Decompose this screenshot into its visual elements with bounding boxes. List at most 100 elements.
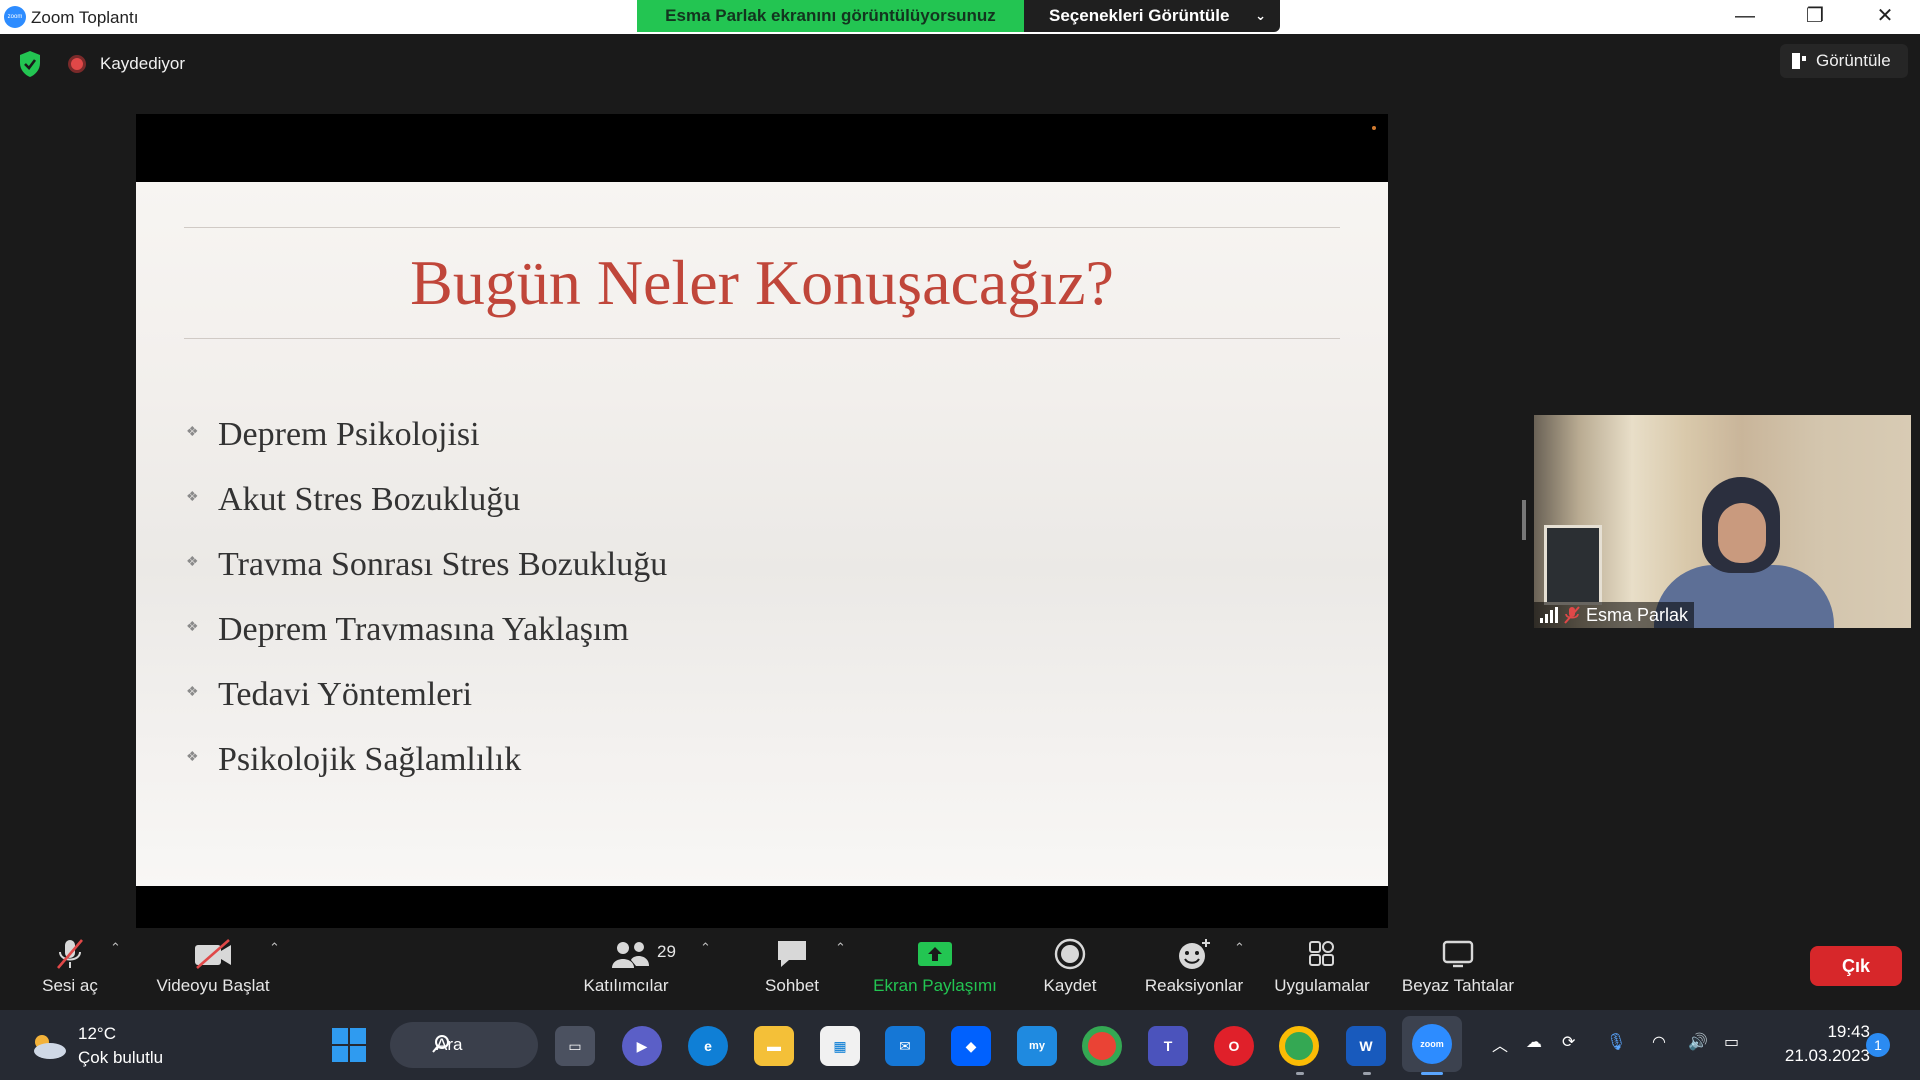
record-label: Kaydet (1043, 976, 1097, 995)
restore-button[interactable]: ❐ (1780, 0, 1850, 34)
whiteboards-button[interactable]: Beyaz Tahtalar (1398, 928, 1518, 1010)
panel-resize-handle[interactable] (1522, 500, 1526, 540)
video-off-icon (195, 939, 231, 969)
start-video-label: Videoyu Başlat (156, 976, 270, 995)
close-button[interactable]: ✕ (1850, 0, 1920, 34)
bullet-diamond-icon: ❖ (186, 425, 199, 440)
view-options-button[interactable]: Seçenekleri Görüntüle ⌄ (1024, 0, 1280, 32)
record-icon (1054, 938, 1086, 970)
bullet-text: Tedavi Yöntemleri (218, 676, 473, 713)
word-running-indicator (1363, 1072, 1371, 1075)
view-label: Görüntüle (1816, 51, 1891, 70)
participants-button[interactable]: 29 Katılımcılar (574, 928, 678, 1010)
windows-start-icon[interactable] (332, 1028, 366, 1062)
reactions-label: Reaksiyonlar (1144, 976, 1244, 995)
record-button[interactable]: Kaydet (1030, 928, 1110, 1010)
teams-icon[interactable]: T (1148, 1026, 1188, 1066)
word-icon[interactable]: W (1346, 1026, 1386, 1066)
view-options-label: Seçenekleri Görüntüle (1049, 6, 1230, 25)
shield-icon[interactable] (18, 50, 42, 78)
bullet-diamond-icon: ❖ (186, 750, 199, 765)
audio-options-caret[interactable]: ⌃ (110, 940, 121, 956)
volume-icon[interactable]: 🔊 (1688, 1032, 1708, 1052)
recording-label[interactable]: Kaydediyor (100, 54, 185, 74)
cloudy-weather-icon[interactable] (28, 1032, 68, 1060)
wifi-icon[interactable]: ◠ (1652, 1032, 1666, 1052)
clock-time[interactable]: 19:43 (1812, 1022, 1870, 1042)
taskbar-search[interactable]: Ara (390, 1022, 538, 1068)
recording-icon[interactable] (68, 55, 86, 73)
bullet-item: ❖ Tedavi Yöntemleri (186, 662, 667, 727)
participants-icon (612, 942, 649, 968)
shared-screen: Bugün Neler Konuşacağız? ❖ Deprem Psikolo… (136, 114, 1388, 928)
title-bar: zoom Zoom Toplantı Esma Parlak ekranını … (0, 0, 1920, 34)
participant-name: Esma Parlak (1586, 604, 1689, 625)
participant-video-tile[interactable]: Esma Parlak (1534, 415, 1911, 628)
chrome-icon[interactable] (1082, 1026, 1122, 1066)
onedrive-icon[interactable]: ☁ (1526, 1032, 1542, 1052)
microsoft-store-icon[interactable]: ▦ (820, 1026, 860, 1066)
weather-temperature[interactable]: 12°C (78, 1024, 116, 1044)
show-hidden-icons-icon[interactable]: ︿ (1492, 1032, 1508, 1056)
presentation-slide: Bugün Neler Konuşacağız? ❖ Deprem Psikolo… (136, 182, 1388, 886)
unmute-button[interactable]: Sesi aç (30, 928, 110, 1010)
bullet-diamond-icon: ❖ (186, 685, 199, 700)
task-view-icon[interactable]: ▭ (555, 1026, 595, 1066)
minimize-button[interactable]: — (1710, 0, 1780, 34)
microphone-icon[interactable]: 🎙 (1606, 1032, 1626, 1052)
unmute-label: Sesi aç (42, 976, 98, 995)
myhp-icon[interactable]: my (1017, 1026, 1057, 1066)
sync-icon[interactable]: ⟳ (1562, 1032, 1575, 1052)
dropbox-icon[interactable]: ◆ (951, 1026, 991, 1066)
video-options-caret[interactable]: ⌃ (269, 940, 280, 956)
bullet-item: ❖ Deprem Travmasına Yaklaşım (186, 597, 667, 662)
chat-icon (778, 941, 806, 967)
zoom-active-indicator (1421, 1072, 1443, 1075)
chrome-profile-icon[interactable] (1279, 1026, 1319, 1066)
whiteboards-label: Beyaz Tahtalar (1401, 976, 1515, 995)
bullet-text: Travma Sonrası Stres Bozukluğu (218, 546, 668, 583)
battery-icon[interactable]: ▭ (1724, 1032, 1739, 1052)
mic-muted-icon (57, 939, 83, 969)
share-screen-icon (918, 942, 952, 966)
bullet-item: ❖ Akut Stres Bozukluğu (186, 467, 667, 532)
opera-icon[interactable]: O (1214, 1026, 1254, 1066)
participant-face (1718, 503, 1766, 563)
participants-options-caret[interactable]: ⌃ (700, 940, 711, 956)
participants-count: 29 (657, 942, 676, 961)
edge-browser-icon[interactable]: e (688, 1026, 728, 1066)
notification-badge[interactable]: 1 (1866, 1033, 1890, 1057)
whiteboard-icon (1442, 940, 1474, 968)
apps-button[interactable]: Uygulamalar (1270, 928, 1374, 1010)
start-video-button[interactable]: Videoyu Başlat (150, 928, 276, 1010)
zoom-taskbar-icon[interactable]: zoom (1402, 1016, 1462, 1072)
weather-description[interactable]: Çok bulutlu (78, 1048, 163, 1068)
leave-button[interactable]: Çık (1810, 946, 1902, 986)
bullet-item: ❖ Psikolojik Sağlamlılık (186, 727, 667, 792)
reactions-options-caret[interactable]: ⌃ (1234, 940, 1245, 956)
signal-strength-icon (1540, 607, 1558, 623)
reactions-button[interactable]: Reaksiyonlar (1140, 928, 1248, 1010)
bullet-text: Psikolojik Sağlamlılık (218, 741, 522, 778)
apps-label: Uygulamalar (1274, 976, 1370, 995)
search-icon (432, 1035, 449, 1053)
bullet-item: ❖ Travma Sonrası Stres Bozukluğu (186, 532, 667, 597)
share-screen-button[interactable]: Ekran Paylaşımı (866, 928, 1004, 1010)
bullet-diamond-icon: ❖ (186, 620, 199, 635)
zoom-app-icon: zoom (1412, 1024, 1452, 1064)
window-background (1544, 525, 1602, 605)
indicator-dot (1372, 126, 1376, 130)
clock-date[interactable]: 21.03.2023 (1770, 1046, 1870, 1066)
bullet-text: Deprem Travmasına Yaklaşım (218, 611, 629, 648)
mail-icon[interactable]: ✉ (885, 1026, 925, 1066)
view-button[interactable]: Görüntüle (1780, 44, 1908, 78)
apps-icon (1309, 941, 1334, 966)
chat-button[interactable]: Sohbet (752, 928, 832, 1010)
bullet-diamond-icon: ❖ (186, 555, 199, 570)
file-explorer-icon[interactable]: ▬ (754, 1026, 794, 1066)
muted-mic-icon (1564, 606, 1580, 624)
chat-options-caret[interactable]: ⌃ (835, 940, 846, 956)
bullet-list: ❖ Deprem Psikolojisi ❖ Akut Stres Bozukluğ… (186, 402, 667, 792)
teams-chat-icon[interactable]: ▶ (622, 1026, 662, 1066)
bullet-text: Akut Stres Bozukluğu (218, 481, 521, 518)
